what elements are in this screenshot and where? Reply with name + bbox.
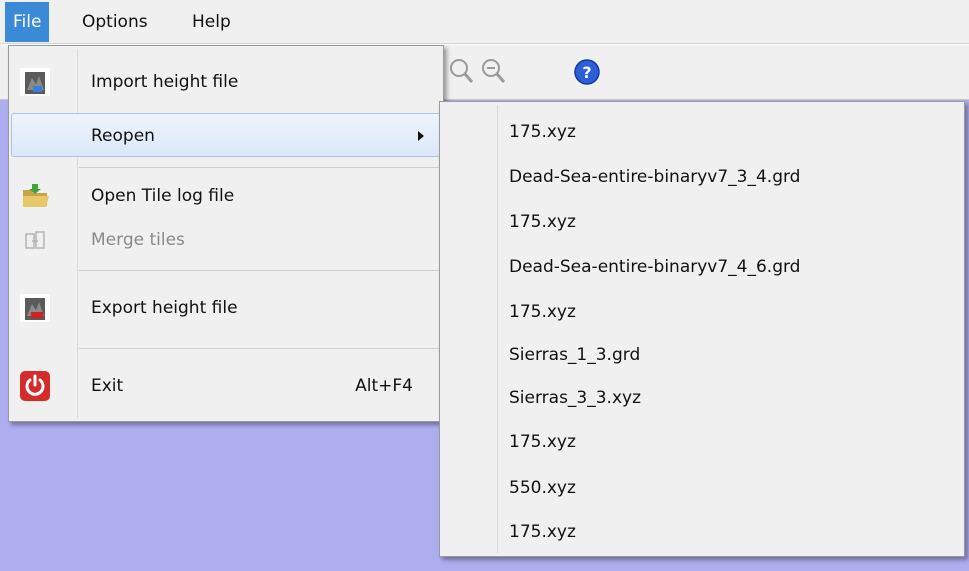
menu-item-import-height-file[interactable]: Import height file — [11, 60, 441, 104]
menu-item-label: Open Tile log file — [91, 186, 235, 206]
menu-item-open-tile-log-file[interactable]: Open Tile log file — [11, 174, 441, 218]
recent-file-item[interactable]: Sierras_1_3.grd — [509, 333, 640, 377]
recent-file-item[interactable]: 175.xyz — [509, 110, 576, 154]
zoom-out-icon[interactable] — [478, 55, 512, 89]
menu-file[interactable]: File — [5, 2, 50, 42]
menu-item-label: Reopen — [91, 126, 155, 146]
reopen-submenu: 175.xyz Dead-Sea-entire-binaryv7_3_4.grd… — [439, 101, 965, 557]
recent-file-item[interactable]: 175.xyz — [509, 200, 576, 244]
svg-text:?: ? — [582, 63, 591, 82]
recent-file-item[interactable]: 175.xyz — [509, 290, 576, 334]
menu-bar: File Options Help — [0, 0, 969, 44]
recent-file-item[interactable]: Dead-Sea-entire-binaryv7_3_4.grd — [509, 155, 800, 199]
submenu-arrow-icon — [418, 131, 424, 141]
menu-separator — [79, 270, 439, 271]
recent-file-item[interactable]: Dead-Sea-entire-binaryv7_4_6.grd — [509, 245, 800, 289]
menu-separator — [79, 167, 439, 168]
menu-item-label: Import height file — [91, 72, 239, 92]
menu-separator — [79, 348, 439, 349]
import-height-icon — [20, 68, 50, 96]
file-menu-dropdown: Import height file Reopen Open Tile log … — [8, 45, 444, 422]
menu-help[interactable]: Help — [184, 2, 239, 42]
menu-item-shortcut: Alt+F4 — [355, 376, 413, 396]
recent-file-item[interactable]: 550.xyz — [509, 466, 576, 510]
recent-file-item[interactable]: 175.xyz — [509, 420, 576, 464]
folder-open-icon — [23, 184, 49, 207]
help-icon[interactable]: ? — [570, 55, 604, 89]
recent-file-item[interactable]: Sierras_3_3.xyz — [509, 376, 641, 420]
menu-item-reopen[interactable]: Reopen — [11, 113, 441, 157]
menu-item-exit[interactable]: Exit Alt+F4 — [11, 364, 441, 408]
menu-item-label: Export height file — [91, 298, 238, 318]
menu-options[interactable]: Options — [74, 2, 156, 42]
menu-item-label: Exit — [91, 376, 124, 396]
export-height-icon — [20, 294, 50, 322]
merge-tiles-icon — [25, 231, 45, 249]
menu-item-export-height-file[interactable]: Export height file — [11, 286, 441, 330]
recent-file-item[interactable]: 175.xyz — [509, 510, 576, 554]
power-icon — [20, 371, 50, 401]
submenu-gutter — [497, 105, 498, 553]
menu-item-merge-tiles: Merge tiles — [11, 218, 441, 262]
menu-item-label: Merge tiles — [91, 230, 185, 250]
zoom-in-icon[interactable] — [446, 55, 480, 89]
